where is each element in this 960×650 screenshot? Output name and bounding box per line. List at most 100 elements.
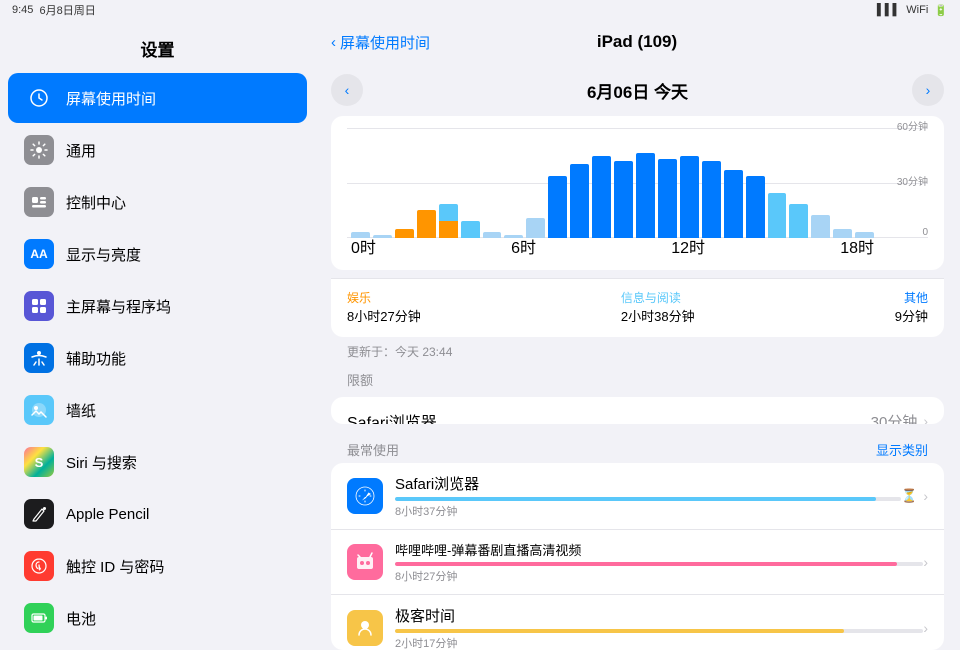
chart-bar-11 (592, 156, 611, 238)
category-name-other: 其他 (895, 289, 928, 306)
chart-bar-13 (636, 153, 655, 238)
jike-time: 2小时17分钟 (395, 635, 457, 650)
homescreen-icon (24, 291, 54, 321)
bilibili-app-icon (347, 544, 383, 580)
sidebar-item-display[interactable]: AA 显示与亮度 (8, 229, 307, 279)
category-name-info: 信息与阅读 (621, 289, 695, 306)
general-icon (24, 135, 54, 165)
chart-bar-14 (658, 159, 677, 238)
status-time: 9:45 (12, 4, 33, 16)
bilibili-title: 哔哩哔哩-弹幕番剧直播高清视频 (395, 540, 923, 559)
bilibili-progress (395, 562, 923, 566)
nav-back-button[interactable]: ‹ 屏幕使用时间 (331, 32, 430, 53)
battery-icon-sidebar (24, 603, 54, 633)
sidebar-label-siri: Siri 与搜索 (66, 452, 137, 473)
chevron-left-icon: ‹ (331, 34, 336, 51)
most-used-title: 最常使用 (347, 440, 399, 459)
category-time-info: 2小时38分钟 (621, 306, 695, 325)
safari-time-row: 8小时37分钟 (395, 503, 901, 519)
sidebar-item-siri[interactable]: S Siri 与搜索 (8, 437, 307, 487)
status-date: 6月8日周日 (40, 2, 96, 18)
jike-time-row: 2小时17分钟 (395, 635, 923, 650)
hourglass-icon: ⏳ (901, 488, 917, 504)
sidebar-label-applepencil: Apple Pencil (66, 506, 149, 523)
sidebar-item-touchid[interactable]: 触控 ID 与密码 (8, 541, 307, 591)
chart-bar-16 (702, 161, 721, 238)
date-prev-button[interactable]: ‹ (331, 74, 363, 106)
nav-bar: ‹ 屏幕使用时间 iPad (109) (315, 20, 960, 64)
jike-progress (395, 629, 923, 633)
chevron-right-icon: › (923, 413, 928, 424)
sidebar-title: 设置 (0, 28, 315, 73)
sidebar-item-screentime[interactable]: 屏幕使用时间 (8, 73, 307, 123)
accessibility-icon (24, 343, 54, 373)
sidebar-label-screentime: 屏幕使用时间 (66, 88, 156, 109)
chevron-icon-b: › (923, 554, 928, 570)
sidebar-item-controlcenter[interactable]: 控制中心 (8, 177, 307, 227)
chart-bar-20 (789, 204, 808, 238)
bilibili-time: 8小时27分钟 (395, 568, 457, 584)
nav-title: iPad (109) (430, 32, 844, 52)
screentime-icon (24, 83, 54, 113)
category-info: 信息与阅读 2小时38分钟 (621, 289, 695, 325)
jike-app-icon (347, 610, 383, 646)
safari-time: 8小时37分钟 (395, 503, 457, 519)
bilibili-progress-fill (395, 562, 897, 566)
sidebar-item-homescreen[interactable]: 主屏幕与程序坞 (8, 281, 307, 331)
chart-bar-18 (746, 176, 765, 238)
status-right: ▌▌▌ WiFi 🔋 (877, 4, 948, 17)
category-legend: 娱乐 8小时27分钟 信息与阅读 2小时38分钟 其他 9分钟 (331, 278, 944, 337)
safari-limit-value: 30分钟 (871, 411, 918, 425)
app-item-bilibili[interactable]: 哔哩哔哩-弹幕番剧直播高清视频 8小时27分钟 › (331, 530, 944, 595)
bilibili-content: 哔哩哔哩-弹幕番剧直播高清视频 8小时27分钟 (395, 540, 923, 584)
chart-container: 60分钟 30分钟 0 0时 6时 12时 18时 (331, 116, 944, 270)
category-time-other: 9分钟 (895, 306, 928, 325)
sidebar-label-general: 通用 (66, 140, 96, 161)
chart-bar-10 (570, 164, 589, 238)
sidebar-item-general[interactable]: 通用 (8, 125, 307, 175)
category-other: 其他 9分钟 (895, 289, 928, 325)
wallpaper-icon (24, 395, 54, 425)
sidebar-item-privacy[interactable]: 隐私 (8, 645, 307, 650)
sidebar-label-accessibility: 辅助功能 (66, 348, 126, 369)
date-label: 6月06日 今天 (379, 78, 896, 103)
right-panel: ‹ 屏幕使用时间 iPad (109) ‹ 6月06日 今天 › 60分钟 30 (315, 20, 960, 650)
x-label-12: 12时 (671, 234, 705, 258)
chevron-icon: › (923, 488, 928, 504)
limit-section-header: 限额 (315, 366, 960, 397)
date-next-button[interactable]: › (912, 74, 944, 106)
sidebar-item-applepencil[interactable]: Apple Pencil (8, 489, 307, 539)
sidebar-item-battery[interactable]: 电池 (8, 593, 307, 643)
bilibili-right: › (923, 554, 928, 570)
main-container: 设置 屏幕使用时间 通用 (0, 20, 960, 650)
limit-header-label: 限额 (331, 366, 944, 393)
chart-bar-19 (768, 193, 787, 238)
safari-limit-item[interactable]: Safari浏览器 30分钟 › (331, 397, 944, 424)
x-label-18: 18时 (840, 234, 874, 258)
chart-bar-4 (439, 204, 458, 238)
safari-limit-right: 30分钟 › (871, 411, 928, 425)
safari-limit-title: Safari浏览器 (347, 415, 437, 424)
touchid-icon (24, 551, 54, 581)
jike-right: › (923, 620, 928, 636)
chart-bar-15 (680, 156, 699, 238)
jike-title: 极客时间 (395, 605, 923, 626)
chart-bar-9 (548, 176, 567, 238)
safari-progress-fill (395, 497, 876, 501)
app-item-safari[interactable]: Safari浏览器 8小时37分钟 ⏳ › (331, 463, 944, 530)
wifi-icon: WiFi (906, 4, 928, 16)
sidebar-label-display: 显示与亮度 (66, 244, 141, 265)
sidebar-item-accessibility[interactable]: 辅助功能 (8, 333, 307, 383)
bilibili-time-row: 8小时27分钟 (395, 568, 923, 584)
nav-back-label: 屏幕使用时间 (340, 32, 430, 53)
app-item-jike[interactable]: 极客时间 2小时17分钟 › (331, 595, 944, 650)
safari-app-icon (347, 478, 383, 514)
most-used-header: 最常使用 显示类别 (315, 432, 960, 463)
safari-content: Safari浏览器 8小时37分钟 (395, 473, 901, 519)
category-row: 娱乐 8小时27分钟 信息与阅读 2小时38分钟 其他 9分钟 (347, 289, 928, 325)
chart-bar-12 (614, 161, 633, 238)
show-category-button[interactable]: 显示类别 (876, 440, 928, 459)
sidebar-item-wallpaper[interactable]: 墙纸 (8, 385, 307, 435)
x-label-6: 6时 (511, 234, 536, 258)
y-label-60: 60分钟 (897, 118, 928, 133)
